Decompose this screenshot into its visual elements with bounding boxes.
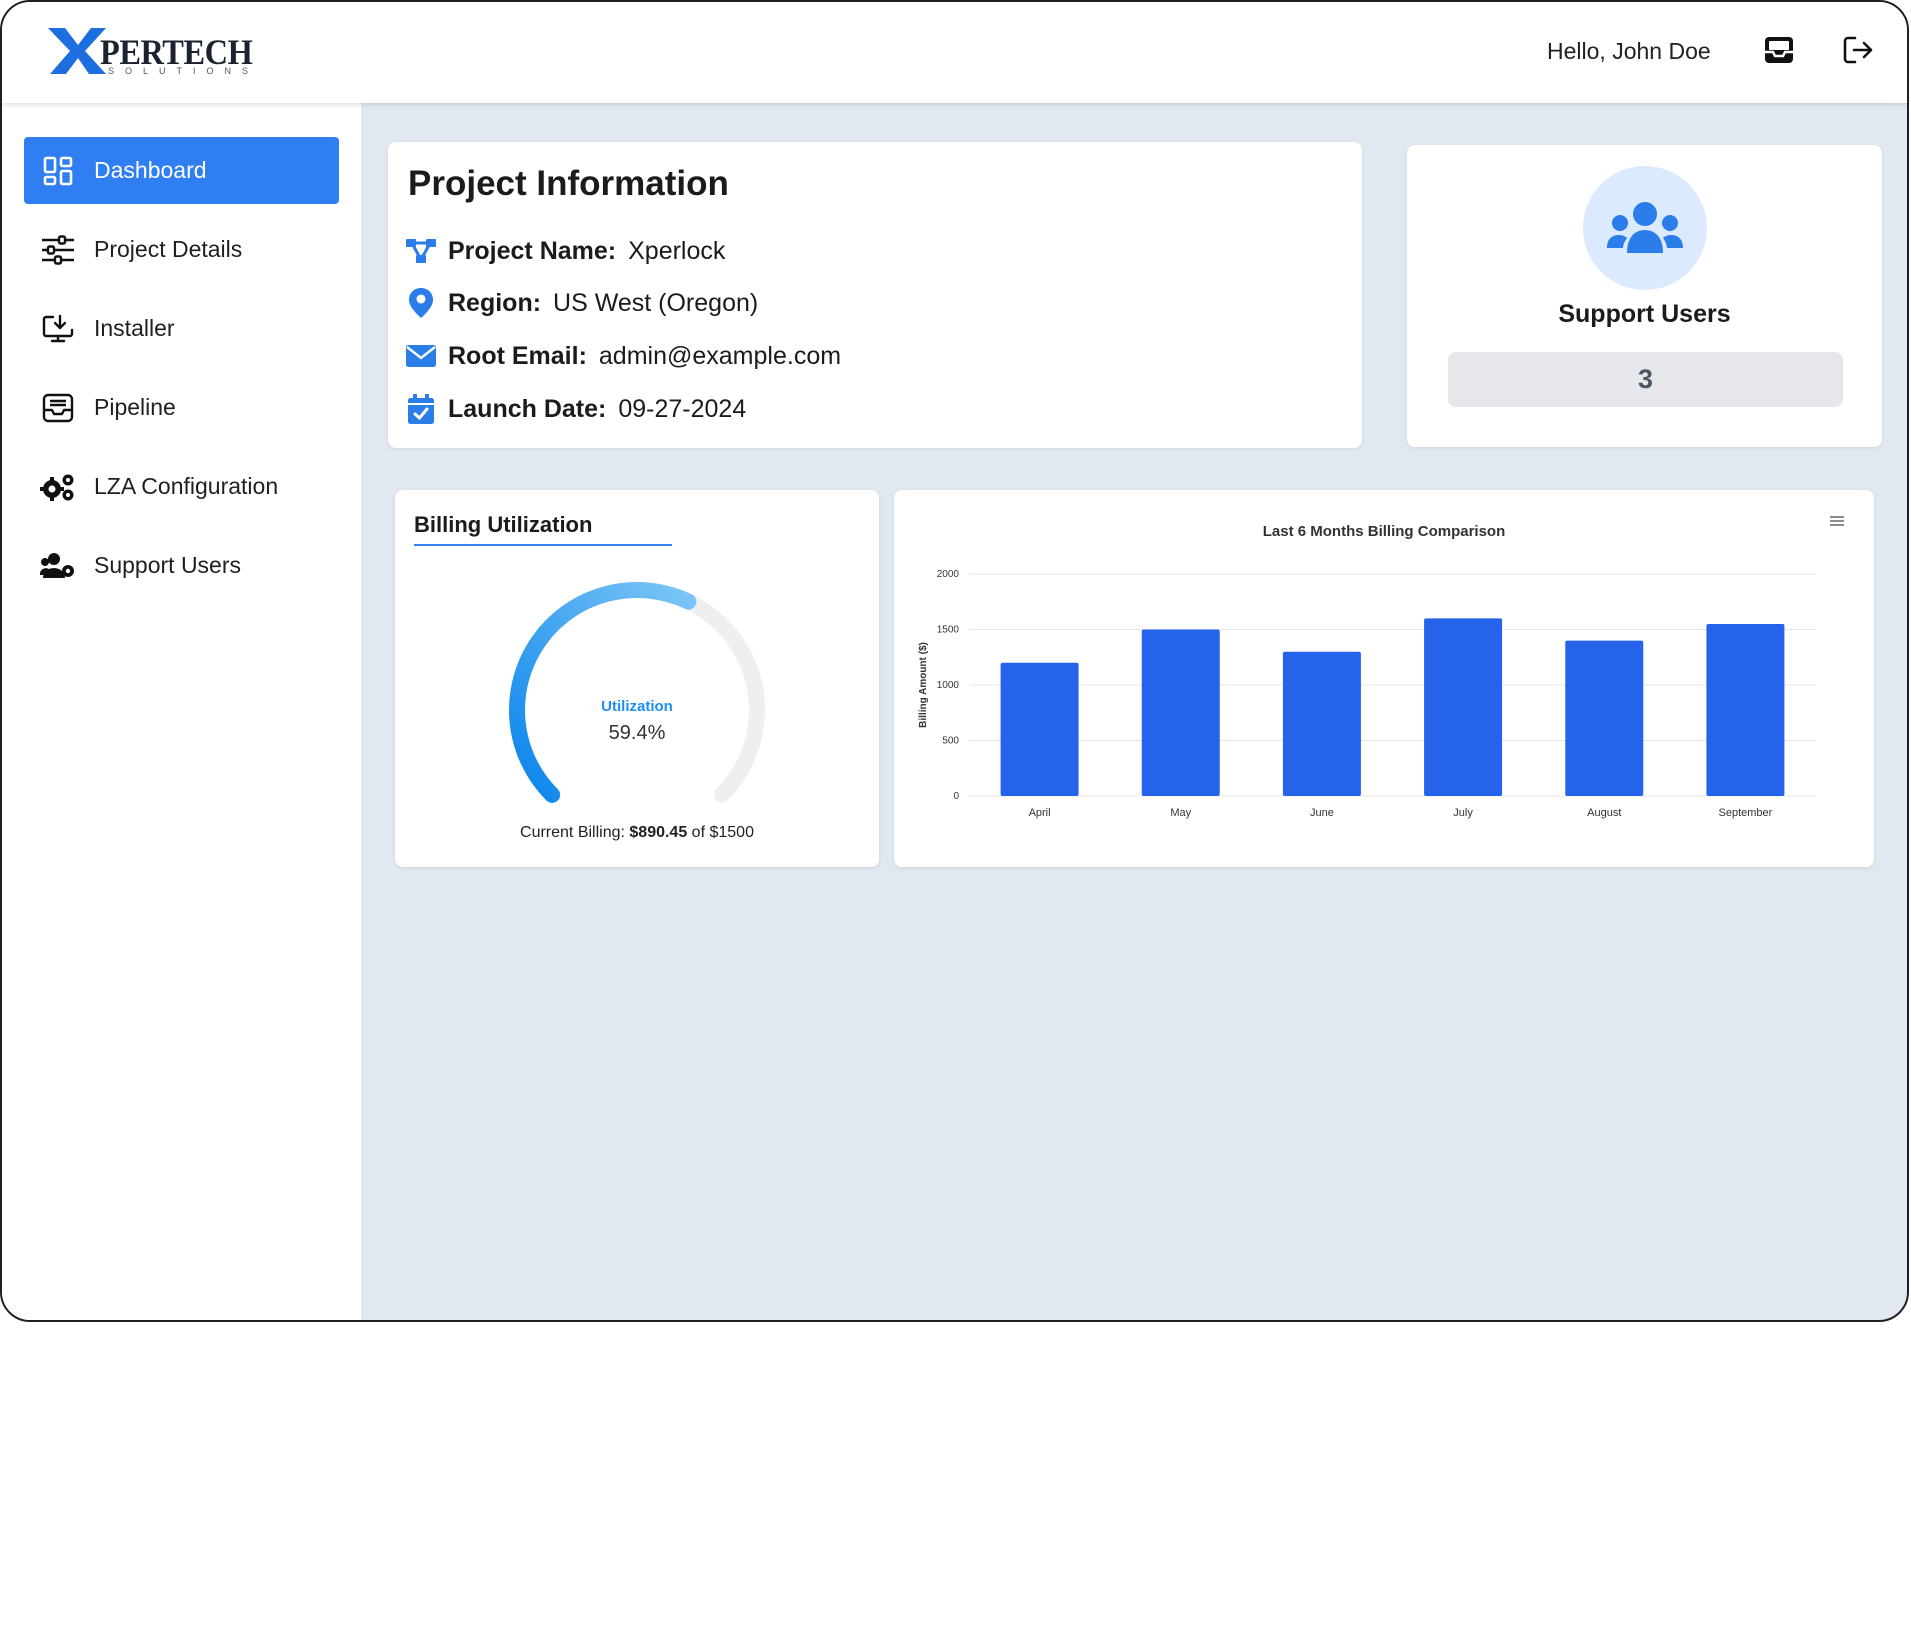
billing-bar-chart: Last 6 Months Billing Comparison 0 500 1000… xyxy=(918,523,1816,819)
sidebar-item-label: Installer xyxy=(94,315,175,341)
sidebar-item-dashboard[interactable]: Dashboard xyxy=(24,137,339,204)
sidebar-item-support-users[interactable]: Support Users xyxy=(24,532,339,599)
sidebar-item-installer[interactable]: Installer xyxy=(24,295,339,362)
x-tick-label: May xyxy=(1170,807,1191,819)
launch-date-row: Launch Date: 09-27-2024 xyxy=(406,394,746,424)
sidebar-item-project-details[interactable]: Project Details xyxy=(24,216,339,283)
project-information-card: Project Information Project Name: Xperlo… xyxy=(388,142,1362,448)
x-tick-label: June xyxy=(1310,807,1334,819)
logo-subtitle: SOLUTIONS xyxy=(108,66,260,76)
dashboard-icon xyxy=(40,153,76,189)
sidebar-item-label: Pipeline xyxy=(94,394,176,420)
gears-icon xyxy=(40,469,76,505)
sidebar-item-label: LZA Configuration xyxy=(94,473,279,499)
chart-title: Last 6 Months Billing Comparison xyxy=(1263,523,1506,540)
sidebar: Dashboard Project Details Installer Pipe… xyxy=(2,103,361,1320)
x-tick-label: August xyxy=(1587,807,1621,819)
y-tick-label: 500 xyxy=(942,736,959,747)
location-pin-icon xyxy=(406,288,436,318)
root-email-label: Root Email: xyxy=(448,341,587,370)
inbox-tray-icon xyxy=(40,390,76,426)
user-greeting: Hello, John Doe xyxy=(1547,38,1711,64)
sidebar-item-label: Support Users xyxy=(94,552,242,578)
current-billing-amount: $890.45 xyxy=(629,824,688,841)
logout-icon[interactable] xyxy=(1838,30,1878,70)
network-icon xyxy=(406,236,436,266)
chart-menu-icon[interactable] xyxy=(1830,516,1844,526)
bar-september xyxy=(1706,623,1785,796)
billing-utilization-card: Billing Utilization Utilization 59.4% Cu… xyxy=(395,490,879,867)
current-billing-suffix: of $1500 xyxy=(687,824,754,841)
project-information-title: Project Information xyxy=(408,164,729,203)
top-bar: PERTECH SOLUTIONS Hello, John Doe xyxy=(2,2,1907,103)
y-tick-label: 2000 xyxy=(937,569,960,580)
y-tick-label: 1500 xyxy=(937,625,960,636)
x-tick-label: September xyxy=(1719,807,1773,819)
inbox-icon[interactable] xyxy=(1759,30,1799,70)
root-email-row: Root Email: admin@example.com xyxy=(406,341,841,371)
launch-date-label: Launch Date: xyxy=(448,394,607,423)
support-users-avatar xyxy=(1583,166,1707,290)
support-users-title: Support Users xyxy=(1558,300,1731,328)
x-tick-label: July xyxy=(1453,807,1473,819)
sliders-icon xyxy=(40,232,76,268)
sidebar-item-label: Dashboard xyxy=(94,157,207,183)
envelope-icon xyxy=(406,341,436,371)
region-label: Region: xyxy=(448,288,542,317)
bar-august xyxy=(1565,640,1644,796)
brand-logo[interactable]: PERTECH SOLUTIONS xyxy=(48,28,253,78)
y-axis-label: Billing Amount ($) xyxy=(918,642,929,728)
logo-x-mark xyxy=(48,28,106,74)
sidebar-item-lza-configuration[interactable]: LZA Configuration xyxy=(24,453,339,520)
utilization-gauge xyxy=(509,582,765,803)
root-email-value: admin@example.com xyxy=(598,341,842,370)
bar-may xyxy=(1141,629,1220,796)
support-users-count: 3 xyxy=(1448,352,1843,407)
sidebar-item-label: Project Details xyxy=(94,236,243,262)
project-name-label: Project Name: xyxy=(448,236,617,265)
users-icon xyxy=(1607,202,1683,253)
download-icon xyxy=(40,311,76,347)
bar-june xyxy=(1282,651,1361,796)
calendar-check-icon xyxy=(406,394,436,424)
sidebar-item-pipeline[interactable]: Pipeline xyxy=(24,374,339,441)
x-tick-label: April xyxy=(1029,807,1051,819)
app-window: PERTECH SOLUTIONS Hello, John Doe Dashbo… xyxy=(0,0,1909,1322)
gauge-value: 59.4% xyxy=(608,722,666,744)
bar-april xyxy=(1000,662,1079,796)
gauge-fill xyxy=(509,582,697,803)
region-row: Region: US West (Oregon) xyxy=(406,288,758,318)
bar-july xyxy=(1424,618,1503,796)
y-tick-label: 0 xyxy=(953,791,959,802)
billing-comparison-card: Last 6 Months Billing Comparison 0 500 1000… xyxy=(894,490,1874,867)
launch-date-value: 09-27-2024 xyxy=(618,394,747,423)
project-name-value: Xperlock xyxy=(628,236,726,265)
region-value: US West (Oregon) xyxy=(553,288,759,317)
project-name-row: Project Name: Xperlock xyxy=(406,236,725,266)
support-users-card[interactable]: Support Users 3 xyxy=(1407,145,1882,447)
gauge-label: Utilization xyxy=(601,698,673,715)
current-billing-prefix: Current Billing: xyxy=(520,824,630,841)
current-billing-text: Current Billing: $890.45 of $1500 xyxy=(395,824,879,842)
y-tick-label: 1000 xyxy=(937,680,960,691)
users-icon xyxy=(40,548,76,584)
